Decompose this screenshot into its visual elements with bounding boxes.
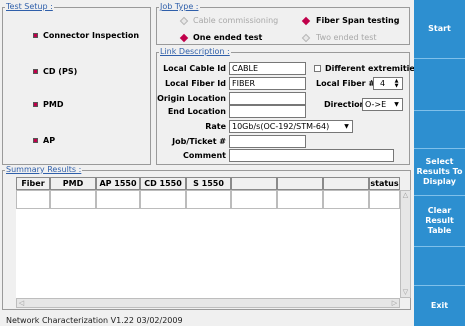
start-button-label: Start	[428, 24, 451, 33]
exit-button-label: Exit	[430, 301, 449, 310]
ap-bullet-icon[interactable]	[33, 138, 38, 143]
clear-results-line-2: Result	[425, 216, 454, 225]
column-header-ap1550: AP 1550	[96, 177, 140, 190]
table-row[interactable]	[96, 190, 140, 209]
test-setup-title: Test Setup :	[5, 2, 54, 12]
action-sidebar: Start Select Results To Display Clear Re…	[414, 0, 465, 326]
select-results-line-2: Results To	[416, 167, 463, 176]
table-row[interactable]	[323, 190, 369, 209]
end-location-field[interactable]	[229, 105, 306, 118]
table-row[interactable]	[186, 190, 231, 209]
column-header-fiber: Fiber #	[16, 177, 50, 199]
one-ended-test-label[interactable]: One ended test	[193, 33, 262, 42]
column-header-status: status	[369, 177, 400, 190]
app-window: Test Setup : Connector Inspection CD (PS…	[0, 0, 465, 326]
start-button[interactable]: Start	[414, 0, 465, 58]
clear-results-line-1: Clear	[427, 206, 452, 215]
scroll-right-icon[interactable]: ▷	[390, 299, 399, 308]
column-header-blank-4	[323, 177, 369, 190]
two-ended-test-label[interactable]: Two ended test	[316, 33, 377, 42]
test-item-pmd[interactable]: PMD	[43, 100, 63, 109]
direction-select-value: O->E	[365, 100, 387, 109]
column-header-cd1550: CD 1550	[140, 177, 186, 190]
local-cable-id-field[interactable]: CABLE	[229, 62, 306, 75]
table-row[interactable]	[50, 190, 96, 209]
different-extremities-label[interactable]: Different extremities	[325, 64, 420, 73]
clear-results-button[interactable]: Clear Result Table	[414, 196, 465, 246]
sidebar-divider	[414, 110, 465, 111]
cd-ps-bullet-icon[interactable]	[33, 69, 38, 74]
table-row[interactable]	[140, 190, 186, 209]
select-results-line-1: Select	[425, 157, 454, 166]
origin-location-label: Origin Location	[157, 94, 226, 103]
fiber-span-testing-label[interactable]: Fiber Span testing	[316, 16, 399, 25]
rate-select[interactable]: 10Gb/s(OC-192/STM-64) ▼	[229, 120, 353, 133]
cable-commissioning-label[interactable]: Cable commissioning	[193, 16, 278, 25]
local-fiber-num-stepper[interactable]: 4 ▲ ▼	[373, 77, 403, 90]
origin-location-field[interactable]	[229, 92, 306, 105]
pmd-bullet-icon[interactable]	[33, 102, 38, 107]
direction-select[interactable]: O->E ▼	[362, 98, 403, 111]
table-row[interactable]	[16, 190, 50, 209]
table-row[interactable]	[369, 190, 400, 209]
vertical-scrollbar[interactable]: △ ▽	[400, 190, 411, 298]
comment-field[interactable]	[229, 149, 394, 162]
horizontal-scrollbar[interactable]: ◁ ▷	[16, 298, 400, 308]
different-extremities-checkbox[interactable]	[314, 65, 321, 72]
scroll-up-icon[interactable]: △	[401, 191, 410, 200]
rate-label: Rate	[205, 122, 226, 131]
job-ticket-field[interactable]	[229, 135, 306, 148]
comment-label: Comment	[183, 151, 226, 160]
status-text: Network Characterization V1.22 03/02/200…	[6, 316, 183, 325]
local-fiber-id-field[interactable]: FIBER	[229, 77, 306, 90]
exit-button[interactable]: Exit	[414, 286, 465, 326]
scroll-down-icon[interactable]: ▽	[401, 288, 410, 297]
sidebar-divider	[414, 58, 465, 59]
test-item-connector-inspection[interactable]: Connector Inspection	[43, 31, 139, 40]
rate-select-value: 10Gb/s(OC-192/STM-64)	[232, 122, 330, 131]
select-results-line-3: Display	[423, 177, 456, 186]
direction-label: Direction	[324, 100, 366, 109]
local-fiber-num-label: Local Fiber #	[316, 79, 376, 88]
test-item-cd-ps[interactable]: CD (PS)	[43, 67, 77, 76]
column-header-blank-1	[231, 177, 277, 190]
sidebar-divider	[414, 246, 465, 247]
chevron-down-icon[interactable]: ▼	[392, 100, 401, 109]
scroll-left-icon[interactable]: ◁	[17, 299, 26, 308]
job-ticket-label: Job/Ticket #	[172, 137, 226, 146]
select-results-button[interactable]: Select Results To Display	[414, 149, 465, 195]
link-description-title: Link Description :	[159, 47, 231, 57]
job-type-title: Job Type :	[159, 2, 200, 12]
table-row[interactable]	[277, 190, 323, 209]
clear-results-line-3: Table	[427, 226, 452, 235]
stepper-arrows-icon[interactable]: ▲ ▼	[392, 79, 401, 89]
summary-results-title: Summary Results :	[5, 165, 83, 175]
column-header-s1550: S 1550	[186, 177, 231, 190]
end-location-label: End Location	[167, 107, 226, 116]
local-fiber-id-label: Local Fiber Id	[164, 79, 226, 88]
local-fiber-num-value: 4	[380, 79, 386, 88]
table-row[interactable]	[231, 190, 277, 209]
connector-inspection-bullet-icon[interactable]	[33, 33, 38, 38]
test-item-ap[interactable]: AP	[43, 136, 55, 145]
chevron-down-icon[interactable]: ▼	[342, 122, 351, 131]
column-header-blank-2	[277, 177, 323, 190]
local-cable-id-label: Local Cable Id	[163, 64, 226, 73]
column-header-pmd: PMD	[50, 177, 96, 190]
